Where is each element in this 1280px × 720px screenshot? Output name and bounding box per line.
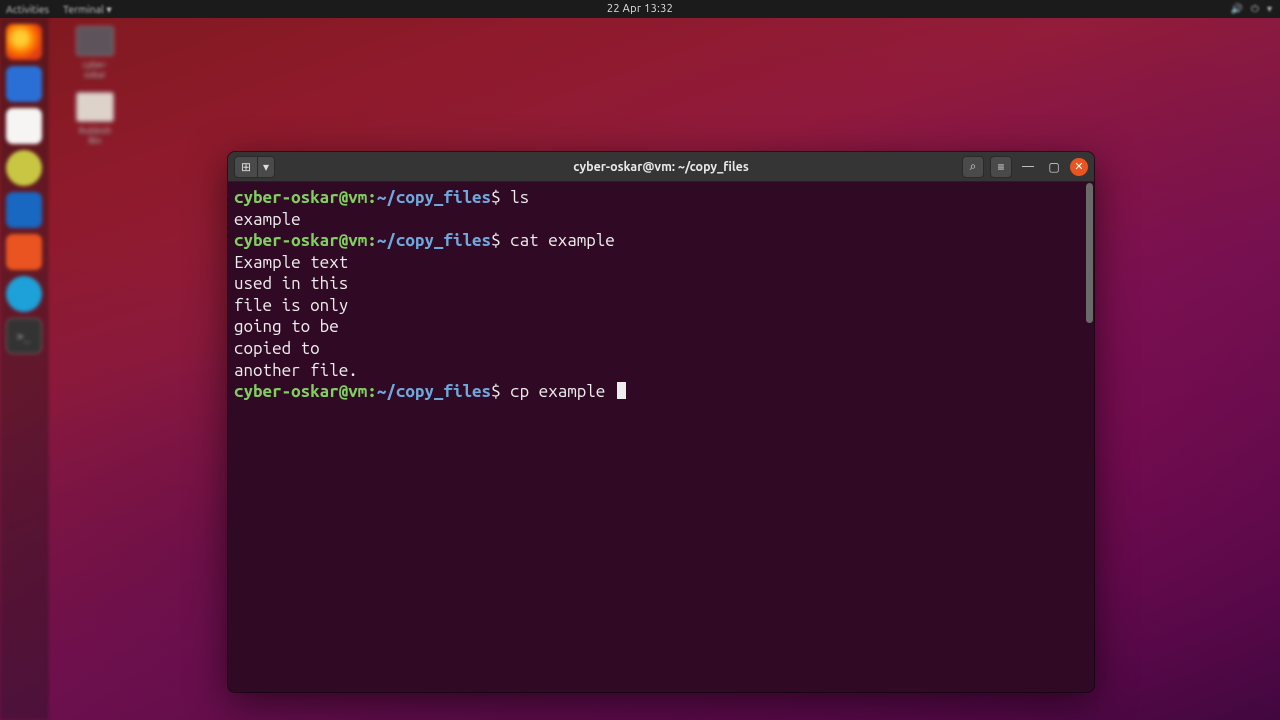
chevron-down-icon: ▾ (1267, 3, 1272, 15)
hamburger-menu-button[interactable]: ≡ (990, 156, 1012, 178)
search-icon: ⌕ (970, 160, 977, 174)
prompt-user: cyber-oskar@vm (234, 188, 367, 207)
desktop-icon-label: cyber-oskar (72, 60, 118, 80)
terminal-launcher-icon[interactable] (6, 318, 42, 354)
rhythmbox-launcher-icon[interactable] (6, 150, 42, 186)
terminal-window[interactable]: ⊞ ▾ cyber-oskar@vm: ~/copy_files ⌕ ≡ — ▢… (228, 152, 1094, 692)
terminal-titlebar[interactable]: ⊞ ▾ cyber-oskar@vm: ~/copy_files ⌕ ≡ — ▢… (228, 152, 1094, 182)
power-indicator-icon: ⏻ (1251, 3, 1259, 15)
output-line: file is only (234, 295, 1088, 317)
prompt-user: cyber-oskar@vm (234, 231, 367, 250)
system-status-area[interactable]: 🔊 ⏻ ▾ (1231, 3, 1272, 15)
launcher-dock (0, 18, 48, 720)
prompt-colon: : (367, 231, 377, 250)
prompt-colon: : (367, 188, 377, 207)
activities-button[interactable]: Activities (6, 3, 49, 15)
trash-icon (76, 92, 114, 122)
output-line: Example text (234, 252, 1088, 274)
output-line: used in this (234, 273, 1088, 295)
desktop-icon-label: Rubbish Bin (72, 126, 118, 146)
prompt-line: cyber-oskar@vm:~/copy_files$ cat example (234, 230, 1088, 252)
new-tab-dropdown-button[interactable]: ▾ (258, 156, 275, 178)
desktop-home-folder[interactable]: cyber-oskar (72, 26, 118, 80)
command-text: ls (510, 188, 529, 207)
search-button[interactable]: ⌕ (962, 156, 984, 178)
output-line: going to be (234, 316, 1088, 338)
desktop-trash[interactable]: Rubbish Bin (72, 92, 118, 146)
firefox-launcher-icon[interactable] (6, 24, 42, 60)
prompt-path: ~/copy_files (377, 188, 491, 207)
minimize-button[interactable]: — (1018, 157, 1038, 177)
command-input[interactable]: cp example (510, 382, 615, 401)
app-menu-button[interactable]: Terminal ▾ (63, 3, 112, 16)
prompt-dollar: $ (491, 231, 510, 250)
gnome-top-bar: Activities Terminal ▾ 22 Apr 13:32 🔊 ⏻ ▾ (0, 0, 1280, 18)
volume-indicator-icon: 🔊 (1231, 3, 1243, 15)
prompt-dollar: $ (491, 382, 510, 401)
output-line: copied to (234, 338, 1088, 360)
folder-icon (76, 26, 114, 56)
terminal-viewport[interactable]: cyber-oskar@vm:~/copy_files$ ls example … (228, 182, 1094, 692)
text-cursor (617, 382, 626, 399)
chevron-down-icon: ▾ (263, 160, 269, 174)
thunderbird-launcher-icon[interactable] (6, 66, 42, 102)
close-button[interactable]: ✕ (1070, 158, 1088, 176)
new-tab-icon: ⊞ (241, 160, 251, 174)
maximize-icon: ▢ (1048, 160, 1059, 174)
prompt-line-active[interactable]: cyber-oskar@vm:~/copy_files$ cp example (234, 381, 1088, 403)
files-launcher-icon[interactable] (6, 108, 42, 144)
libreoffice-writer-launcher-icon[interactable] (6, 192, 42, 228)
prompt-line: cyber-oskar@vm:~/copy_files$ ls (234, 187, 1088, 209)
output-line: another file. (234, 360, 1088, 382)
prompt-path: ~/copy_files (377, 382, 491, 401)
prompt-dollar: $ (491, 188, 510, 207)
command-text: cat example (510, 231, 615, 250)
clock[interactable]: 22 Apr 13:32 (607, 3, 673, 15)
prompt-path: ~/copy_files (377, 231, 491, 250)
prompt-user: cyber-oskar@vm (234, 382, 367, 401)
close-icon: ✕ (1074, 160, 1083, 173)
prompt-colon: : (367, 382, 377, 401)
maximize-button[interactable]: ▢ (1044, 157, 1064, 177)
new-tab-button[interactable]: ⊞ (234, 156, 258, 178)
output-line: example (234, 209, 1088, 231)
ubuntu-software-launcher-icon[interactable] (6, 234, 42, 270)
minimize-icon: — (1022, 160, 1034, 173)
help-launcher-icon[interactable] (6, 276, 42, 312)
scrollbar-thumb[interactable] (1086, 183, 1093, 323)
menu-icon: ≡ (997, 160, 1004, 174)
